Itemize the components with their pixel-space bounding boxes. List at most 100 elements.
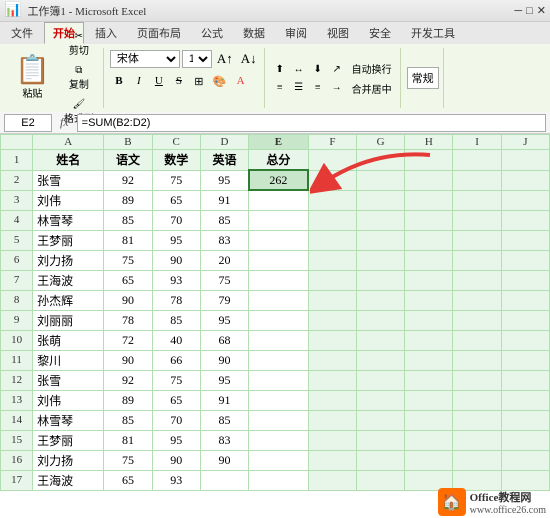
table-cell[interactable] <box>405 250 453 270</box>
fill-color-button[interactable]: 🎨 <box>210 72 230 90</box>
table-cell[interactable]: 85 <box>200 410 248 430</box>
table-cell[interactable] <box>501 210 549 230</box>
row-header-2[interactable]: 2 <box>1 170 33 190</box>
table-cell[interactable] <box>308 290 356 310</box>
table-cell[interactable] <box>405 190 453 210</box>
col-header-A[interactable]: A <box>33 135 104 150</box>
row-header-17[interactable]: 17 <box>1 470 33 490</box>
row-header-7[interactable]: 7 <box>1 270 33 290</box>
table-cell[interactable] <box>249 370 309 390</box>
row-header-8[interactable]: 8 <box>1 290 33 310</box>
row-header-6[interactable]: 6 <box>1 250 33 270</box>
tab-formula[interactable]: 公式 <box>192 22 232 44</box>
table-cell[interactable] <box>501 330 549 350</box>
col-header-H[interactable]: H <box>405 135 453 150</box>
table-cell[interactable] <box>308 190 356 210</box>
row-header-10[interactable]: 10 <box>1 330 33 350</box>
col-header-F[interactable]: F <box>308 135 356 150</box>
table-cell[interactable]: 95 <box>200 370 248 390</box>
tab-file[interactable]: 文件 <box>2 22 42 44</box>
table-cell[interactable] <box>453 270 501 290</box>
row-header-12[interactable]: 12 <box>1 370 33 390</box>
table-cell[interactable] <box>453 350 501 370</box>
table-cell[interactable]: 75 <box>104 450 152 470</box>
tab-security[interactable]: 安全 <box>360 22 400 44</box>
table-cell[interactable]: 65 <box>104 470 152 490</box>
table-cell[interactable]: 姓名 <box>33 150 104 171</box>
table-cell[interactable] <box>453 410 501 430</box>
table-cell[interactable]: 90 <box>152 250 200 270</box>
table-cell[interactable]: 85 <box>104 210 152 230</box>
table-cell[interactable] <box>357 410 405 430</box>
table-cell[interactable] <box>453 430 501 450</box>
align-left-button[interactable]: ≡ <box>271 79 289 95</box>
table-cell[interactable]: 78 <box>152 290 200 310</box>
window-minimize[interactable]: ─ <box>514 5 522 17</box>
table-cell[interactable] <box>357 230 405 250</box>
table-cell[interactable]: 81 <box>104 430 152 450</box>
table-cell[interactable] <box>249 270 309 290</box>
table-cell[interactable]: 90 <box>152 450 200 470</box>
table-cell[interactable] <box>357 310 405 330</box>
table-cell[interactable] <box>249 210 309 230</box>
merge-center-button[interactable]: 合并居中 <box>348 79 396 98</box>
table-cell[interactable]: 93 <box>152 270 200 290</box>
table-cell[interactable] <box>357 150 405 171</box>
table-cell[interactable] <box>453 150 501 171</box>
table-cell[interactable] <box>249 470 309 490</box>
table-cell[interactable] <box>249 430 309 450</box>
table-cell[interactable] <box>405 430 453 450</box>
table-cell[interactable] <box>357 250 405 270</box>
table-cell[interactable] <box>453 250 501 270</box>
formula-input[interactable] <box>77 114 546 132</box>
table-cell[interactable] <box>249 230 309 250</box>
table-cell[interactable] <box>357 430 405 450</box>
table-cell[interactable] <box>249 410 309 430</box>
table-cell[interactable] <box>249 330 309 350</box>
table-cell[interactable]: 刘力扬 <box>33 450 104 470</box>
align-right-button[interactable]: ≡ <box>309 79 327 95</box>
table-cell[interactable] <box>453 310 501 330</box>
cell-reference-input[interactable] <box>4 114 52 132</box>
table-cell[interactable] <box>357 450 405 470</box>
decrease-font-icon[interactable]: A↓ <box>238 50 260 68</box>
font-size-select[interactable]: 16 <box>182 50 212 68</box>
table-cell[interactable] <box>453 170 501 190</box>
table-cell[interactable]: 刘力扬 <box>33 250 104 270</box>
table-cell[interactable] <box>249 450 309 470</box>
font-name-select[interactable]: 宋体 <box>110 50 180 68</box>
table-cell[interactable] <box>308 450 356 470</box>
table-cell[interactable] <box>249 350 309 370</box>
italic-button[interactable]: I <box>130 72 148 90</box>
table-cell[interactable] <box>308 390 356 410</box>
align-bottom-button[interactable]: ⬇ <box>309 61 327 77</box>
table-cell[interactable]: 数学 <box>152 150 200 171</box>
row-header-9[interactable]: 9 <box>1 310 33 330</box>
table-cell[interactable] <box>453 390 501 410</box>
table-cell[interactable]: 刘伟 <box>33 390 104 410</box>
tab-data[interactable]: 数据 <box>234 22 274 44</box>
table-cell[interactable] <box>453 450 501 470</box>
table-cell[interactable]: 81 <box>104 230 152 250</box>
table-cell[interactable] <box>501 430 549 450</box>
table-cell[interactable]: 85 <box>104 410 152 430</box>
table-cell[interactable] <box>308 350 356 370</box>
table-cell[interactable]: 83 <box>200 230 248 250</box>
align-top-button[interactable]: ⬆ <box>271 61 289 77</box>
table-cell[interactable]: 95 <box>152 230 200 250</box>
table-cell[interactable] <box>501 170 549 190</box>
col-header-B[interactable]: B <box>104 135 152 150</box>
table-cell[interactable] <box>501 190 549 210</box>
table-cell[interactable]: 72 <box>104 330 152 350</box>
table-cell[interactable] <box>405 290 453 310</box>
table-cell[interactable]: 40 <box>152 330 200 350</box>
table-cell[interactable] <box>453 330 501 350</box>
table-cell[interactable]: 语文 <box>104 150 152 171</box>
table-cell[interactable] <box>308 410 356 430</box>
table-cell[interactable] <box>405 150 453 171</box>
table-cell[interactable] <box>453 370 501 390</box>
row-header-16[interactable]: 16 <box>1 450 33 470</box>
col-header-E[interactable]: E <box>249 135 309 150</box>
table-cell[interactable]: 95 <box>152 430 200 450</box>
table-cell[interactable] <box>249 190 309 210</box>
